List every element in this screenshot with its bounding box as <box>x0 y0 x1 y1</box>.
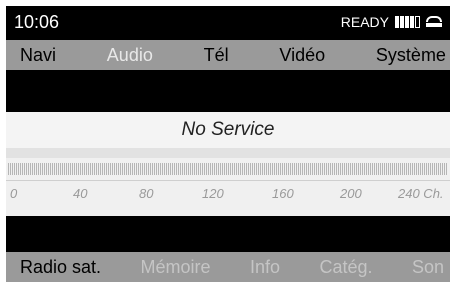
signal-strength-icon <box>395 16 420 28</box>
bottom-categ[interactable]: Catég. <box>319 257 372 278</box>
menu-video[interactable]: Vidéo <box>279 45 325 66</box>
bottom-memoire[interactable]: Mémoire <box>141 257 211 278</box>
scale-label-120: 120 <box>202 186 224 201</box>
lower-black-band <box>6 216 450 252</box>
scale-labels: 0 40 80 120 160 200 240 Ch. <box>6 186 450 206</box>
bottom-son[interactable]: Son <box>412 257 444 278</box>
menu-tel[interactable]: Tél <box>204 45 229 66</box>
scale-label-240-ch: 240 Ch. <box>398 186 444 201</box>
bottom-radio-sat[interactable]: Radio sat. <box>20 257 101 278</box>
separator-band <box>6 148 450 158</box>
clock: 10:06 <box>14 12 60 32</box>
menu-audio[interactable]: Audio <box>107 45 153 66</box>
service-status-text: No Service <box>181 119 275 140</box>
bottom-info[interactable]: Info <box>250 257 280 278</box>
scale-label-40: 40 <box>73 186 88 201</box>
status-bar: 10:06 READY <box>6 6 450 40</box>
top-menu: Navi Audio Tél Vidéo Système <box>6 40 450 70</box>
menu-systeme[interactable]: Système <box>376 45 446 66</box>
phone-handset-icon <box>426 16 442 28</box>
scale-line <box>6 180 450 181</box>
scale-ticks <box>8 163 448 175</box>
scale-label-200: 200 <box>340 186 362 201</box>
menu-navi[interactable]: Navi <box>20 45 56 66</box>
service-status-row: No Service <box>6 112 450 148</box>
scale-label-0: 0 <box>10 186 18 201</box>
scale-label-80: 80 <box>139 186 154 201</box>
upper-black-band <box>6 70 450 112</box>
display-screen: 10:06 READY Navi Audio Tél Vidéo Système… <box>6 6 450 282</box>
channel-scale[interactable]: 0 40 80 120 160 200 240 Ch. <box>6 158 450 216</box>
scale-label-160: 160 <box>272 186 294 201</box>
ready-status: READY <box>340 14 389 30</box>
status-indicators: READY <box>341 14 442 30</box>
bottom-menu: Radio sat. Mémoire Info Catég. Son <box>6 252 450 282</box>
